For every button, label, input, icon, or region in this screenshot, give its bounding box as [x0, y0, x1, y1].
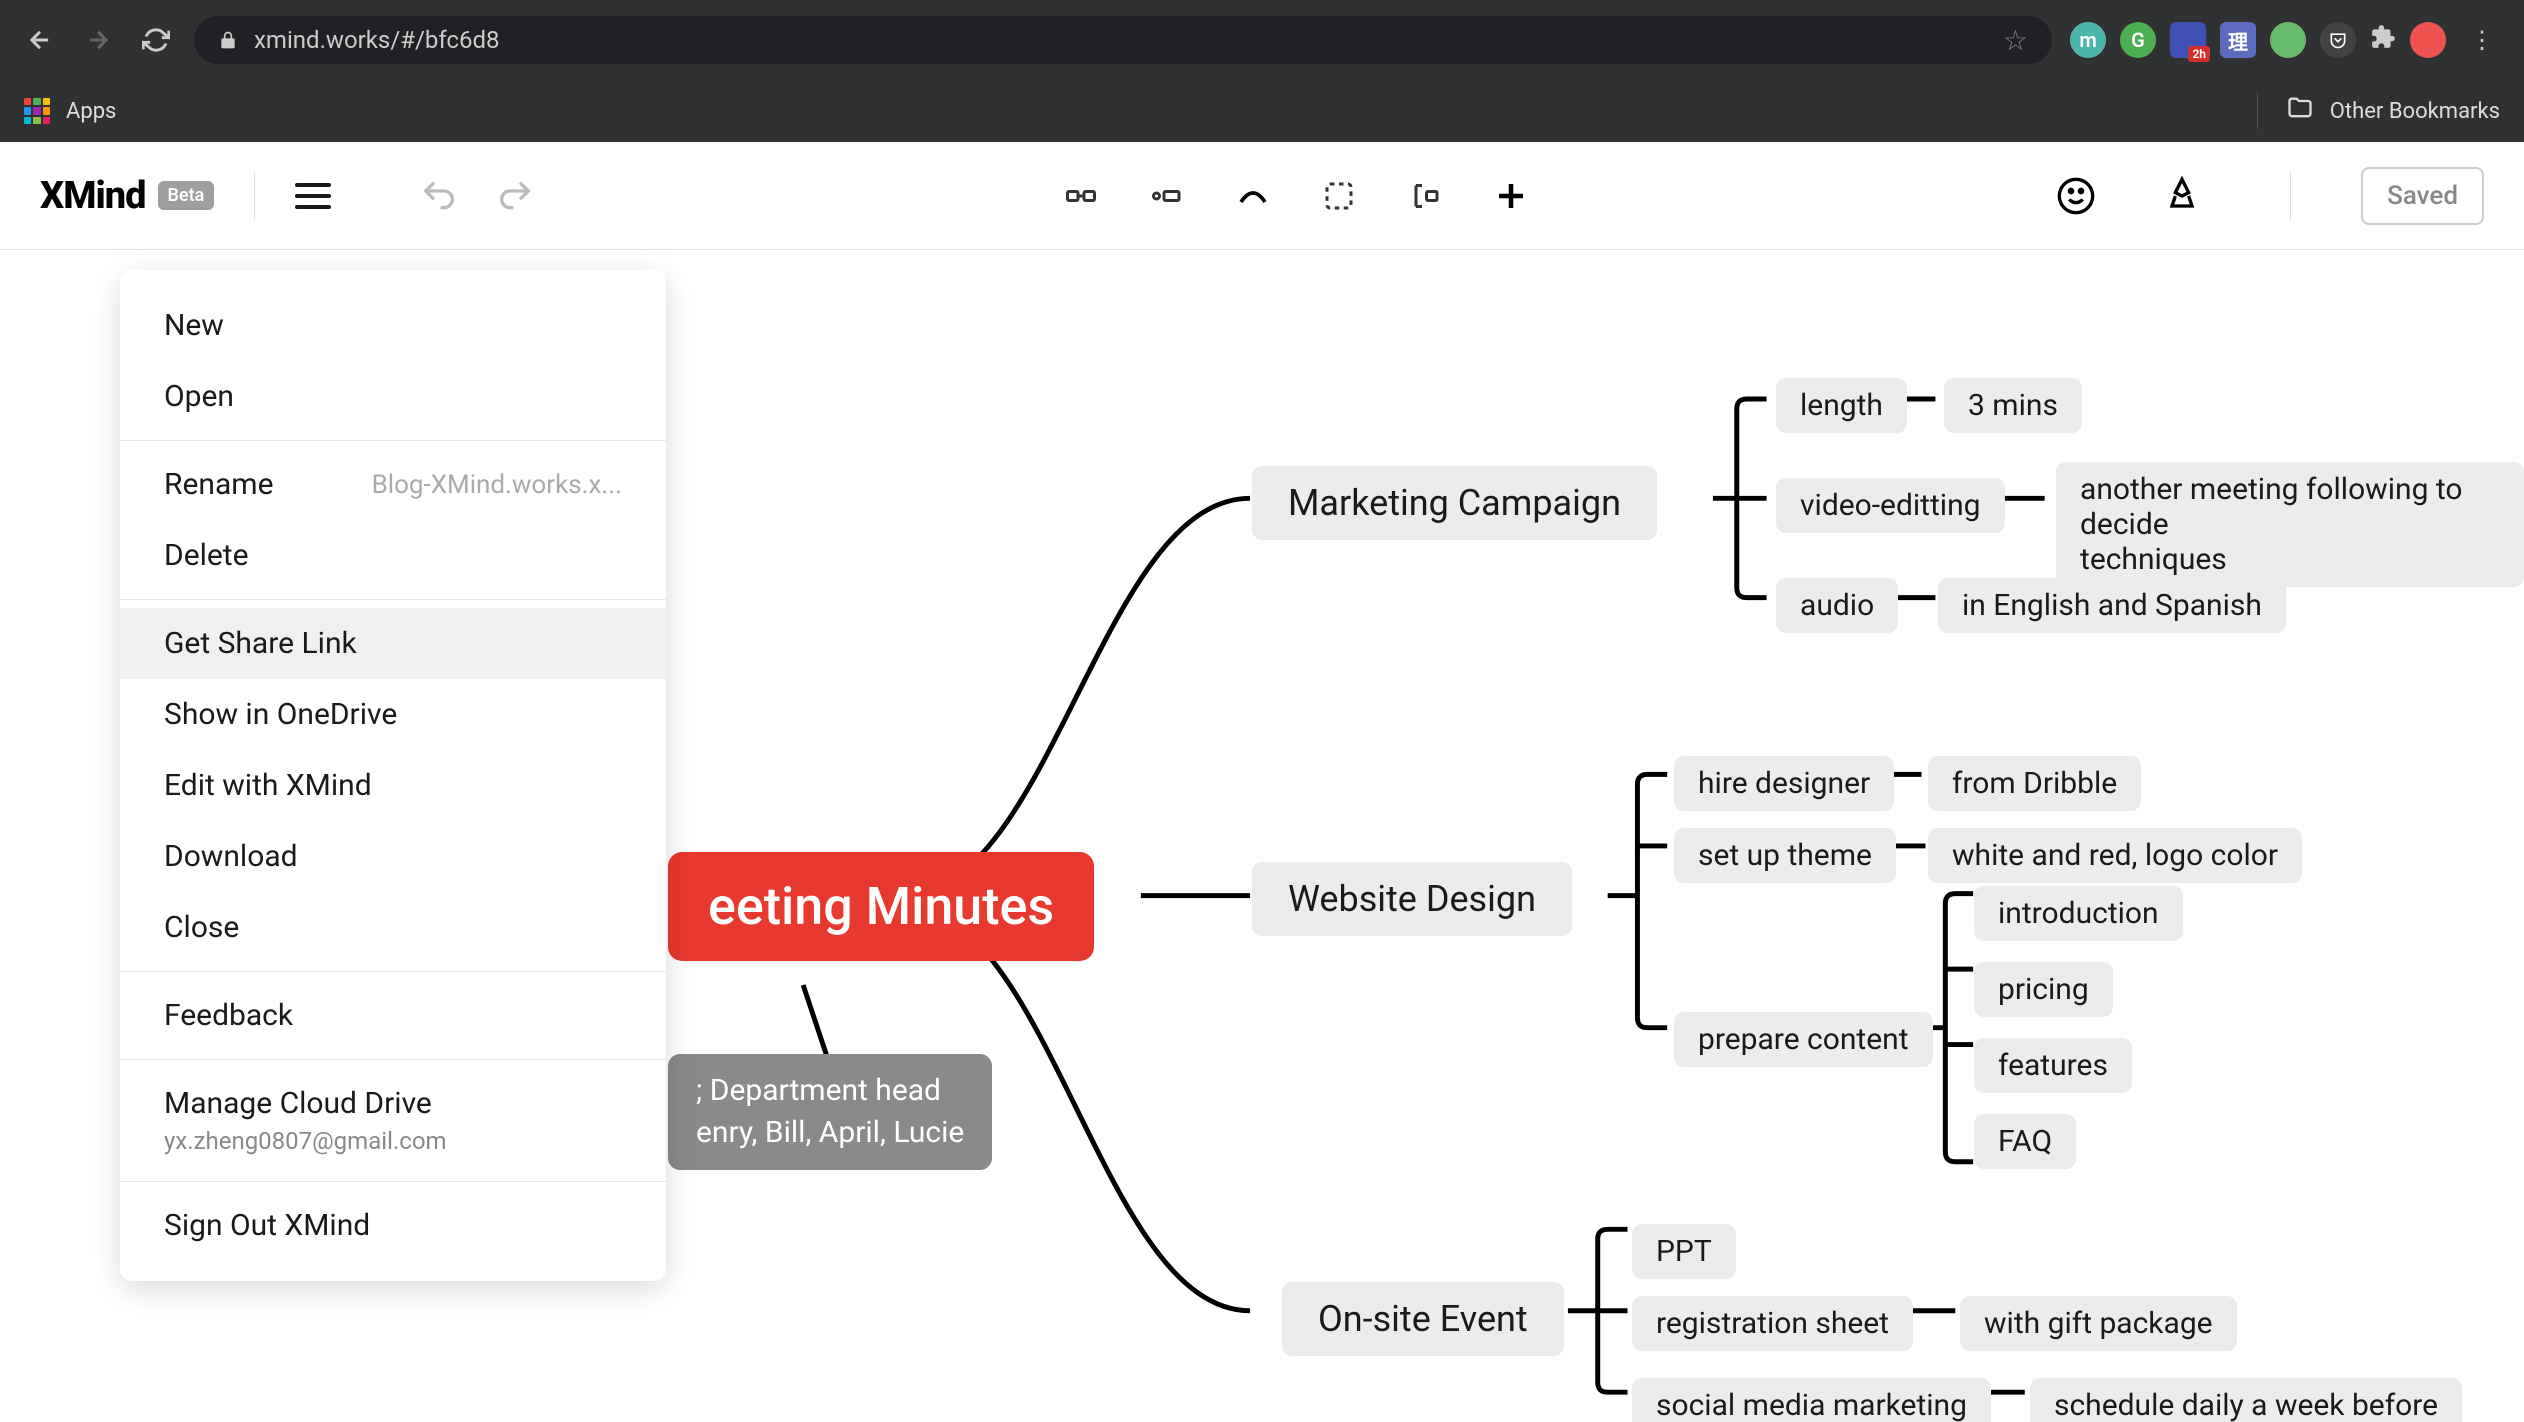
mc-video-value-node[interactable]: another meeting following to decide tech…: [2056, 462, 2524, 587]
mc-length-value-node[interactable]: 3 mins: [1944, 378, 2082, 433]
undo-button[interactable]: [411, 168, 467, 224]
menu-item-new[interactable]: New: [120, 290, 666, 361]
menu-item-download[interactable]: Download: [120, 821, 666, 892]
extension-cjk-icon[interactable]: 理: [2220, 22, 2256, 58]
wd-theme-node[interactable]: set up theme: [1674, 828, 1896, 883]
extension-pocket-icon[interactable]: [2320, 22, 2356, 58]
root-node[interactable]: eeting Minutes: [668, 852, 1094, 961]
menu-item-open[interactable]: Open: [120, 361, 666, 432]
summary-button[interactable]: [1397, 168, 1453, 224]
wd-theme-value-node[interactable]: white and red, logo color: [1928, 828, 2302, 883]
menu-item-manage-cloud[interactable]: Manage Cloud Drive yx.zheng0807@gmail.co…: [120, 1068, 666, 1173]
wd-content-node[interactable]: prepare content: [1674, 1012, 1933, 1067]
menu-item-feedback[interactable]: Feedback: [120, 980, 666, 1051]
menu-separator: [120, 599, 666, 600]
lock-icon: [218, 30, 238, 50]
os-ppt-node[interactable]: PPT: [1632, 1224, 1736, 1279]
wd-hire-node[interactable]: hire designer: [1674, 756, 1894, 811]
beta-badge: Beta: [158, 181, 215, 210]
emoji-button[interactable]: [2048, 168, 2104, 224]
attendees-node[interactable]: ; Department head enry, Bill, April, Luc…: [668, 1054, 992, 1170]
mc-length-node[interactable]: length: [1776, 378, 1907, 433]
address-bar[interactable]: xmind.works/#/bfc6d8 ☆: [194, 16, 2052, 64]
folder-icon: [2286, 94, 2314, 128]
toolbar-separator-right: [2290, 172, 2291, 220]
wd-intro-node[interactable]: introduction: [1974, 886, 2183, 941]
menu-separator: [120, 1181, 666, 1182]
extension-blue-icon[interactable]: [2170, 22, 2206, 58]
wd-features-node[interactable]: features: [1974, 1038, 2132, 1093]
os-reg-value-node[interactable]: with gift package: [1960, 1296, 2237, 1351]
browser-toolbar: xmind.works/#/bfc6d8 ☆ m G 理 ⋮: [0, 0, 2524, 80]
onsite-event-node[interactable]: On-site Event: [1282, 1282, 1564, 1356]
wd-faq-node[interactable]: FAQ: [1974, 1114, 2076, 1169]
bookmark-star-icon[interactable]: ☆: [2003, 24, 2028, 57]
bookmark-separator: [2257, 93, 2258, 129]
extension-red-icon[interactable]: [2410, 22, 2446, 58]
menu-item-delete[interactable]: Delete: [120, 520, 666, 591]
apps-label[interactable]: Apps: [66, 99, 116, 124]
toolbar-separator: [254, 172, 255, 220]
other-bookmarks-label[interactable]: Other Bookmarks: [2330, 99, 2500, 124]
app-toolbar: XMind Beta: [0, 142, 2524, 250]
file-menu-dropdown: New Open Rename Blog-XMind.works.x... De…: [120, 270, 666, 1281]
subtopic-button[interactable]: [1053, 168, 1109, 224]
relationship-button[interactable]: [1225, 168, 1281, 224]
wd-pricing-node[interactable]: pricing: [1974, 962, 2113, 1017]
manage-cloud-email: yx.zheng0807@gmail.com: [164, 1127, 447, 1155]
menu-item-close[interactable]: Close: [120, 892, 666, 963]
menu-item-edit-with-xmind[interactable]: Edit with XMind: [120, 750, 666, 821]
logo-text: XMind: [40, 174, 146, 218]
saved-button[interactable]: Saved: [2361, 167, 2484, 225]
menu-separator: [120, 971, 666, 972]
menu-separator: [120, 1059, 666, 1060]
bookmarks-bar: Apps Other Bookmarks: [0, 80, 2524, 142]
menu-item-get-share-link[interactable]: Get Share Link: [120, 608, 666, 679]
logo-area[interactable]: XMind Beta: [40, 174, 214, 218]
hamburger-menu-icon[interactable]: [295, 183, 331, 209]
insert-button[interactable]: [1483, 168, 1539, 224]
style-button[interactable]: [2154, 168, 2210, 224]
back-button[interactable]: [20, 20, 60, 60]
extension-m-icon[interactable]: m: [2070, 22, 2106, 58]
extension-icons: m G 理 ⋮: [2070, 22, 2504, 58]
topic-before-button[interactable]: [1139, 168, 1195, 224]
os-social-node[interactable]: social media marketing: [1632, 1378, 1991, 1422]
apps-grid-icon[interactable]: [24, 98, 50, 124]
attendees-line1: ; Department head: [696, 1073, 941, 1108]
mc-audio-value-node[interactable]: in English and Spanish: [1938, 578, 2286, 633]
mc-video-node[interactable]: video-editting: [1776, 478, 2005, 533]
attendees-line2: enry, Bill, April, Lucie: [696, 1115, 964, 1150]
boundary-button[interactable]: [1311, 168, 1367, 224]
browser-menu-icon[interactable]: ⋮: [2460, 26, 2504, 54]
extension-grammarly-icon[interactable]: G: [2120, 22, 2156, 58]
menu-item-show-in-onedrive[interactable]: Show in OneDrive: [120, 679, 666, 750]
marketing-campaign-node[interactable]: Marketing Campaign: [1252, 466, 1657, 540]
url-text: xmind.works/#/bfc6d8: [254, 26, 500, 54]
menu-item-rename[interactable]: Rename Blog-XMind.works.x...: [120, 449, 666, 520]
os-reg-node[interactable]: registration sheet: [1632, 1296, 1913, 1351]
extension-green-icon[interactable]: [2270, 22, 2306, 58]
reload-button[interactable]: [136, 20, 176, 60]
website-design-node[interactable]: Website Design: [1252, 862, 1572, 936]
menu-rename-filename: Blog-XMind.works.x...: [372, 470, 622, 500]
forward-button[interactable]: [78, 20, 118, 60]
redo-button[interactable]: [487, 168, 543, 224]
extensions-puzzle-icon[interactable]: [2370, 24, 2396, 57]
mc-audio-node[interactable]: audio: [1776, 578, 1898, 633]
wd-hire-value-node[interactable]: from Dribble: [1928, 756, 2141, 811]
menu-separator: [120, 440, 666, 441]
os-social-value-node[interactable]: schedule daily a week before: [2030, 1378, 2462, 1422]
menu-item-sign-out[interactable]: Sign Out XMind: [120, 1190, 666, 1261]
mindmap-canvas[interactable]: eeting Minutes ; Department head enry, B…: [0, 250, 2524, 1422]
